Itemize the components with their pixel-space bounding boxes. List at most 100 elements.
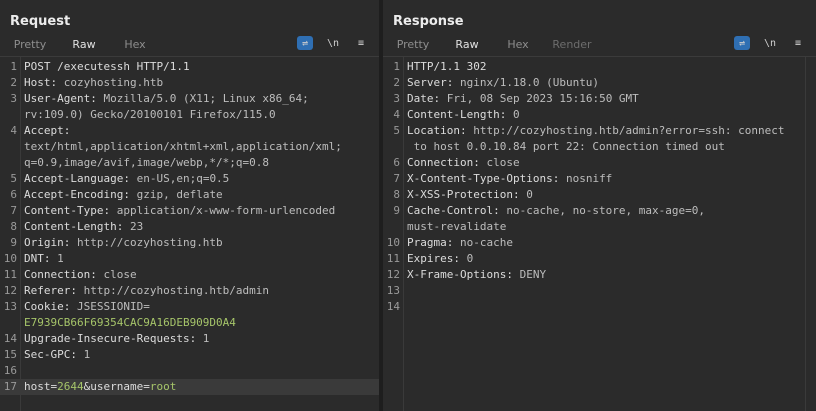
param-key: &username= [83,380,150,393]
request-line: 6 Accept-Encoding: gzip, deflate [0,187,379,203]
response-editor[interactable]: 1 HTTP/1.1 302 2 Server: nginx/1.18.0 (Ubun… [383,57,816,411]
request-line-text: Accept: [24,123,375,139]
header-name: Content-Length: [24,220,124,233]
response-line-text: X-XSS-Protection: 0 [407,187,812,203]
response-tab-raw[interactable]: Raw [443,38,491,58]
header-value: http://cozyhosting.htb/admin?error=ssh: … [466,124,785,137]
response-line-text: Content-Length: 0 [407,107,812,123]
request-tab-raw[interactable]: Raw [60,38,108,58]
response-tab-render[interactable]: Render [547,38,597,56]
response-line-number: 5 [393,124,400,137]
response-line: 2 Server: nginx/1.18.0 (Ubuntu) [383,75,816,91]
header-value: http://cozyhosting.htb/admin [76,284,270,297]
header-value: no-cache [453,236,513,249]
header-name: Origin: [24,236,71,249]
header-value: application/x-www-form-urlencoded [110,204,336,217]
response-line: 10 Pragma: no-cache [383,235,816,251]
request-editor[interactable]: 1 POST /executessh HTTP/1.1 2 Host: cozyhos… [0,57,379,411]
request-line: text/html,application/xhtml+xml,applicat… [0,139,379,155]
header-name: Content-Length: [407,108,507,121]
response-line-text: Cache-Control: no-cache, no-store, max-a… [407,203,812,219]
header-value: E7939CB66F69354CAC9A16DEB909D0A4 [24,316,236,329]
response-line: 9 Cache-Control: no-cache, no-store, max-… [383,203,816,219]
request-line-number: 13 [3,300,17,313]
response-line-number: 11 [386,252,400,265]
response-line-text: X-Content-Type-Options: nosniff [407,171,812,187]
header-name: Accept-Encoding: [24,188,130,201]
response-line-number: 3 [393,92,400,105]
header-value: JSESSIONID= [70,300,150,313]
request-line: 2 Host: cozyhosting.htb [0,75,379,91]
request-line: rv:109.0) Gecko/20100101 Firefox/115.0 [0,107,379,123]
request-line-number: 3 [10,92,17,105]
header-value: nosniff [559,172,613,185]
request-line-number: 16 [3,364,17,377]
request-line: 1 POST /executessh HTTP/1.1 [0,59,379,75]
response-scrollbar[interactable] [805,57,806,411]
request-line-text: Accept-Encoding: gzip, deflate [24,187,375,203]
request-line-number: 4 [10,124,17,137]
header-name: Location: [407,124,467,137]
request-line: 13 Cookie: JSESSIONID= [0,299,379,315]
request-line-number: 6 [10,188,17,201]
header-name: Sec-GPC: [24,348,77,361]
header-name: Pragma: [407,236,454,249]
request-line: 11 Connection: close [0,267,379,283]
response-pane: Response Pretty Raw Hex Render ⇌ \n ≡ 1H… [383,0,816,411]
header-name: Connection: [24,268,97,281]
request-tab-pretty[interactable]: Pretty [10,38,50,56]
header-name: Host: [24,76,58,89]
request-line: 16 [0,363,379,379]
param-value: 2644 [57,380,84,393]
header-name: Server: [407,76,454,89]
response-line-number: 14 [386,300,400,313]
header-name: DNT: [24,252,51,265]
response-line: 6 Connection: close [383,155,816,171]
header-name: Upgrade-Insecure-Requests: [24,332,197,345]
param-key: host= [24,380,58,393]
response-line-number: 1 [393,60,400,73]
response-line: to host 0.0.10.84 port 22: Connection ti… [383,139,816,155]
response-tab-pretty[interactable]: Pretty [393,38,433,56]
response-line: must-revalidate [383,219,816,235]
wrap-lines-icon[interactable]: ⇌ [734,36,750,50]
header-value: 23 [123,220,144,233]
request-tab-hex[interactable]: Hex [118,38,152,56]
response-line-text: must-revalidate [407,219,812,235]
response-line-text: Expires: 0 [407,251,812,267]
wrap-lines-icon[interactable]: ⇌ [297,36,313,50]
header-value: cozyhosting.htb [57,76,164,89]
response-tab-hex[interactable]: Hex [501,38,535,56]
request-line-number: 11 [3,268,17,281]
response-line-number: 9 [393,204,400,217]
menu-icon[interactable]: ≡ [790,36,806,50]
request-line-text: Cookie: JSESSIONID= [24,299,375,315]
response-line-text: to host 0.0.10.84 port 22: Connection ti… [407,139,812,155]
header-value: text/html,application/xhtml+xml,applicat… [24,140,342,153]
request-line-text: Connection: close [24,267,375,283]
request-line: 14 Upgrade-Insecure-Requests: 1 [0,331,379,347]
header-value: 0 [459,252,474,265]
newline-toggle-icon[interactable]: \n [762,36,778,50]
header-value: rv:109.0) Gecko/20100101 Firefox/115.0 [24,108,276,121]
newline-toggle-icon[interactable]: \n [325,36,341,50]
response-line-number: 7 [393,172,400,185]
header-value: 0 [506,108,520,121]
menu-icon[interactable]: ≡ [353,36,369,50]
header-name: Cache-Control: [407,204,500,217]
response-line: 7 X-Content-Type-Options: nosniff [383,171,816,187]
response-line-text: Pragma: no-cache [407,235,812,251]
response-line-text: HTTP/1.1 302 [407,59,812,75]
request-line-text: Host: cozyhosting.htb [24,75,375,91]
request-line: 3 User-Agent: Mozilla/5.0 (X11; Linux x86… [0,91,379,107]
header-name: X-Content-Type-Options: [407,172,560,185]
header-name: Referer: [24,284,77,297]
request-line-text: Content-Length: 23 [24,219,375,235]
response-line-text: X-Frame-Options: DENY [407,267,812,283]
request-line-text: POST /executessh HTTP/1.1 [24,59,375,75]
request-line-number: 5 [10,172,17,185]
header-name: Cookie: [24,300,71,313]
response-line-text: Date: Fri, 08 Sep 2023 15:16:50 GMT [407,91,812,107]
header-value: close [479,156,520,169]
request-line-text: Accept-Language: en-US,en;q=0.5 [24,171,375,187]
